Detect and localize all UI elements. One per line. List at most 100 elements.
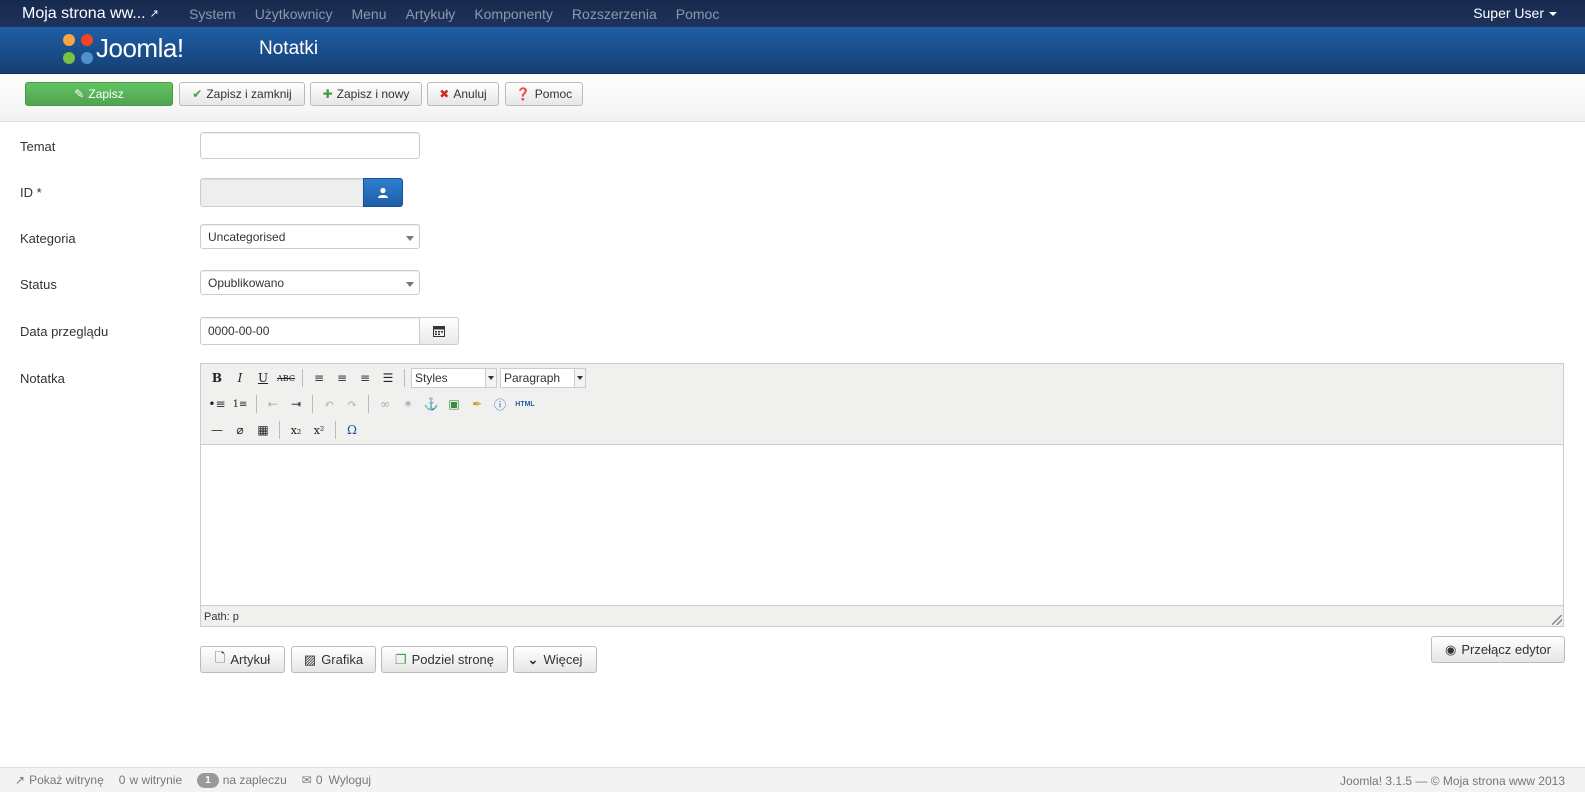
editor-toolbar-row-2: •≡ 1≡ ⇤ ⇥ ↶ ↷ ∞ ✶ ⚓ ▣ ✒ ⓘ HTML [207,393,537,415]
category-label: Kategoria [20,231,76,246]
menu-extensions[interactable]: Rozszerzenia [572,6,657,22]
site-brand-label: Moja strona ww... [22,4,146,22]
align-justify-icon[interactable]: ☰ [378,368,398,388]
page-title: Notatki [259,38,319,59]
eraser-icon[interactable]: ⌀ [230,420,250,440]
cancel-label: Anuluj [453,87,487,101]
status-select[interactable]: Opublikowano [200,270,420,295]
article-label: Artykuł [230,652,271,667]
save-close-button[interactable]: ✔ Zapisz i zamknij [179,82,305,106]
numbered-list-icon[interactable]: 1≡ [230,394,250,414]
admin-users-label: na zapleczu [222,773,287,787]
table-icon[interactable]: ▦ [253,420,273,440]
superscript-icon[interactable]: x² [309,420,329,440]
select-user-button[interactable] [363,178,403,207]
category-select[interactable]: Uncategorised [200,224,420,249]
toolbar-separator [256,395,257,413]
edit-icon: ✎ [74,87,85,101]
save-new-button[interactable]: ✚ Zapisz i nowy [310,82,422,106]
html-source-icon[interactable]: HTML [513,394,537,414]
main-menu: System Użytkownicy Menu Artykuły Kompone… [170,6,719,22]
chevron-down-icon: ⌄ [527,651,539,667]
toggle-editor-label: Przełącz edytor [1461,642,1551,657]
menu-users[interactable]: Użytkownicy [255,6,333,22]
review-date-input[interactable]: 0000-00-00 [200,317,420,345]
paragraph-dropdown[interactable]: Paragraph [500,368,586,388]
outdent-icon[interactable]: ⇤ [263,394,283,414]
redo-icon[interactable]: ↷ [342,394,362,414]
view-site-label: Pokaż witrynę [29,773,104,787]
user-name: Super User [1473,5,1544,21]
logout-label: Wyloguj [328,773,372,787]
link-icon[interactable]: ∞ [375,394,395,414]
caret-down-icon [1549,12,1557,17]
help-circle-icon[interactable]: ⓘ [490,394,510,414]
undo-icon[interactable]: ↶ [319,394,339,414]
copyright: Joomla! 3.1.5 — © Moja strona www 2013 [1340,774,1565,788]
strikethrough-icon[interactable]: ABC [276,368,296,388]
toolbar-separator [335,421,336,439]
styles-label: Styles [415,371,448,385]
paragraph-label: Paragraph [504,371,561,385]
special-char-icon[interactable]: Ω [342,420,362,440]
unlink-icon[interactable]: ✶ [398,394,418,414]
joomla-logo: Joomla! [63,33,184,64]
plus-icon: ✚ [322,87,333,101]
more-button[interactable]: ⌄ Więcej [513,646,597,673]
eye-icon: ◉ [1445,641,1457,657]
editor-toolbar-row-1: B I U ABC ≡ ≡ ≡ ☰ Styles Paragraph [207,367,586,389]
envelope-icon: ✉ [301,773,312,787]
menu-menus[interactable]: Menu [351,6,386,22]
more-label: Więcej [543,652,583,667]
horizontal-rule-icon[interactable]: — [207,420,227,440]
top-navbar: Moja strona ww... ↗ System Użytkownicy M… [0,0,1585,27]
anchor-icon[interactable]: ⚓ [421,394,441,414]
site-visitors-label: w witrynie [129,773,183,787]
italic-icon[interactable]: I [230,368,250,388]
view-site-link[interactable]: ↗ Pokaż witrynę [15,773,104,787]
menu-articles[interactable]: Artykuły [406,6,456,22]
save-button[interactable]: ✎ Zapisz [25,82,173,106]
rich-text-editor: B I U ABC ≡ ≡ ≡ ☰ Styles Paragraph •≡ 1≡… [200,363,1564,627]
calendar-button[interactable] [419,317,459,345]
external-link-icon: ↗ [15,773,26,787]
editor-content-area[interactable] [201,444,1563,606]
indent-icon[interactable]: ⇥ [286,394,306,414]
pagebreak-label: Podziel stronę [411,652,495,667]
dropdown-arrow-icon [574,369,585,387]
note-label: Notatka [20,371,65,386]
align-center-icon[interactable]: ≡ [332,368,352,388]
editor-path: Path: p [204,611,239,623]
styles-dropdown[interactable]: Styles [411,368,497,388]
cancel-button[interactable]: ✖ Anuluj [427,82,499,106]
messages[interactable]: ✉ 0 [302,773,323,787]
question-icon: ❓ [515,87,531,101]
status-value: Opublikowano [208,275,285,290]
resize-handle-icon[interactable] [1552,615,1562,625]
help-button[interactable]: ❓ Pomoc [505,82,583,106]
cleanup-icon[interactable]: ✒ [467,394,487,414]
subject-input[interactable] [200,132,420,159]
toolbar-separator [312,395,313,413]
subscript-icon[interactable]: x₂ [286,420,306,440]
status-footer: ↗ Pokaż witrynę 0 w witrynie 1 na zaplec… [0,767,1585,792]
bold-icon[interactable]: B [207,368,227,388]
toggle-editor-button[interactable]: ◉ Przełącz edytor [1431,636,1565,663]
align-right-icon[interactable]: ≡ [355,368,375,388]
menu-help[interactable]: Pomoc [676,6,720,22]
align-left-icon[interactable]: ≡ [309,368,329,388]
logout-link[interactable]: Wyloguj [329,773,372,787]
insert-image-button[interactable]: ▨ Grafika [291,646,376,673]
check-icon: ✔ [192,87,203,101]
menu-components[interactable]: Komponenty [474,6,553,22]
insert-article-button[interactable]: 🗋 Artykuł [200,646,285,673]
toolbar-separator [302,369,303,387]
site-brand-link[interactable]: Moja strona ww... ↗ [0,5,170,23]
menu-system[interactable]: System [189,6,236,22]
pagebreak-button[interactable]: ❐ Podziel stronę [381,646,508,673]
user-menu[interactable]: Super User [1473,5,1557,21]
underline-icon[interactable]: U [253,368,273,388]
bullet-list-icon[interactable]: •≡ [207,394,227,414]
site-visitors: 0 w witrynie [119,773,182,787]
insert-image-icon[interactable]: ▣ [444,394,464,414]
